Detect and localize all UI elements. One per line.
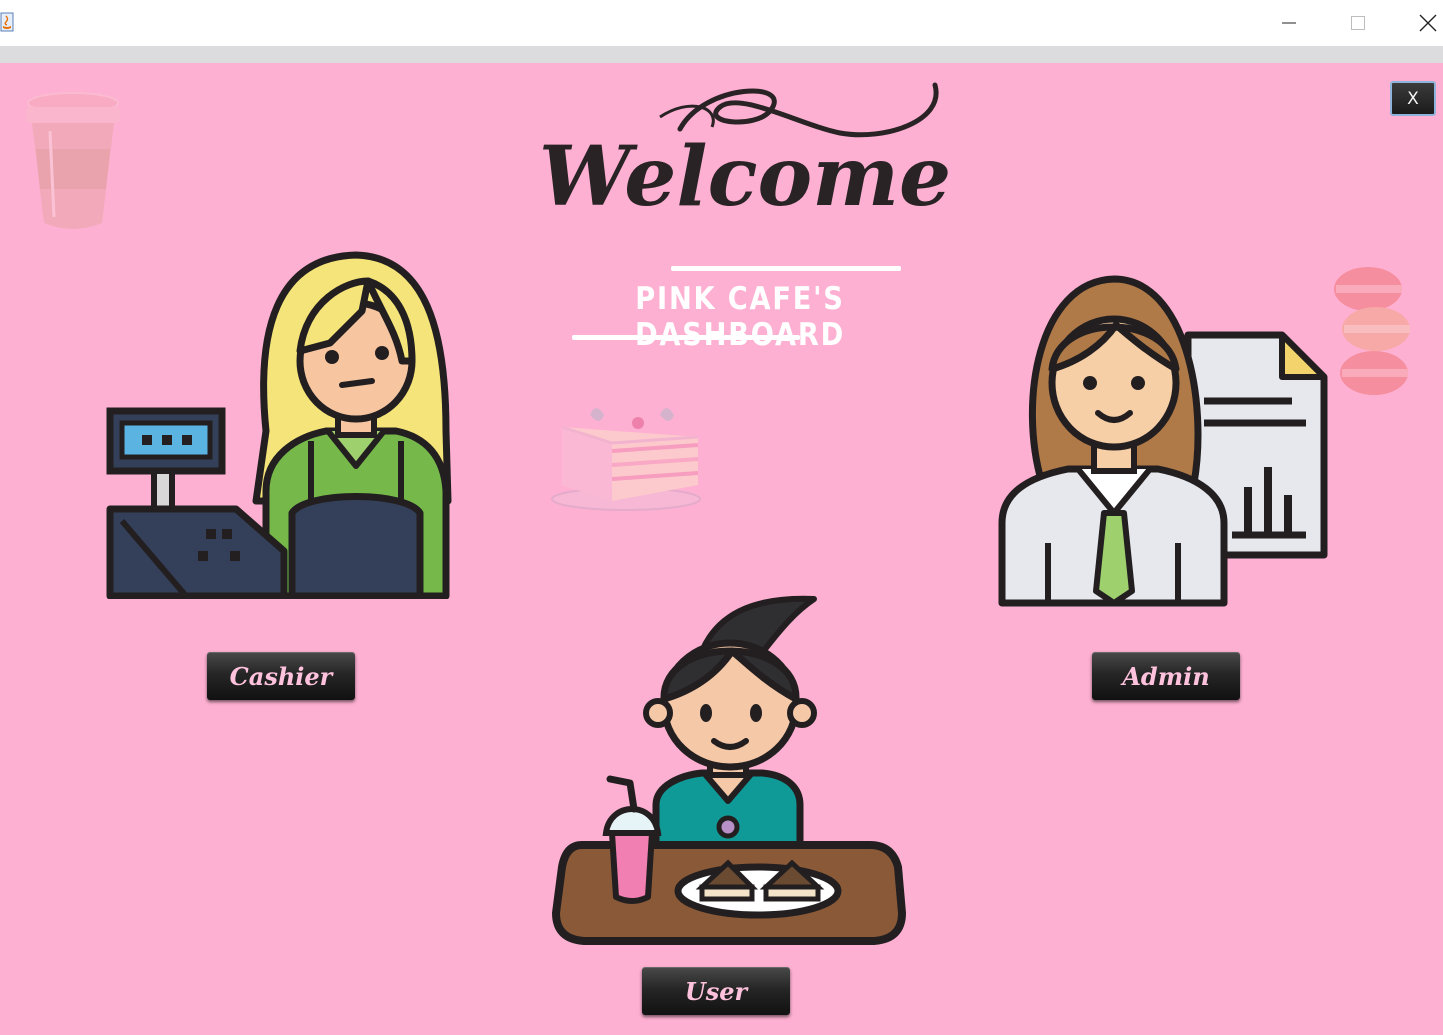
cashier-illustration [106, 251, 452, 599]
minimize-button[interactable] [1266, 0, 1312, 46]
admin-button[interactable]: Admin [1092, 652, 1240, 700]
maximize-button[interactable] [1335, 0, 1381, 46]
exit-button[interactable]: X [1390, 81, 1436, 116]
admin-illustration [998, 275, 1328, 607]
close-icon [1419, 14, 1437, 32]
window-close-button[interactable] [1405, 0, 1443, 46]
window-titlebar [0, 0, 1443, 46]
welcome-heading: Welcome [540, 82, 950, 225]
dashboard-title: PINK CAFE'S DASHBOARD [635, 281, 845, 353]
macarons-icon [1334, 267, 1410, 395]
window-menu-strip [0, 46, 1443, 63]
cashier-button[interactable]: Cashier [207, 652, 355, 700]
dashboard-canvas: Welcome PINK CAFE'S DASHBOARD [0, 63, 1443, 1035]
coffee-cup-icon [26, 92, 120, 229]
minimize-icon [1282, 22, 1296, 24]
user-button[interactable]: User [642, 967, 790, 1015]
user-illustration [552, 595, 906, 945]
title-rule-top [671, 266, 901, 271]
java-app-icon [0, 12, 14, 32]
maximize-icon [1351, 16, 1365, 30]
title-rule-bottom [572, 335, 800, 340]
cake-slice-icon [551, 408, 701, 511]
welcome-text: Welcome [540, 129, 950, 225]
